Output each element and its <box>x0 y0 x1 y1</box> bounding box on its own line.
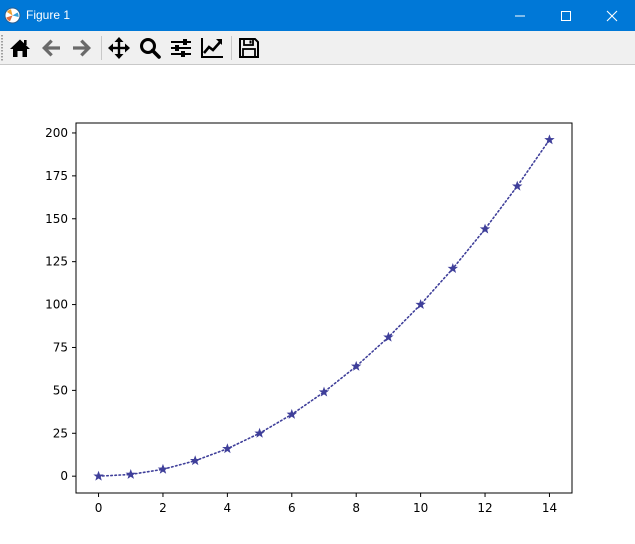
figure-canvas[interactable]: 0 2 4 6 8 10 12 14 0 25 50 75 100 125 150 175 200 <box>0 65 635 544</box>
y-tick-label: 100 <box>45 298 68 312</box>
configure-subplots-button[interactable] <box>168 35 194 61</box>
toolbar-grip[interactable] <box>1 35 3 61</box>
y-tick-label: 175 <box>45 169 68 183</box>
toolbar-separator <box>231 36 232 60</box>
minimize-button[interactable] <box>497 0 543 31</box>
y-tick-label: 0 <box>60 469 68 483</box>
forward-arrow-icon <box>73 39 91 57</box>
minimize-icon <box>515 15 525 17</box>
title-bar: Figure 1 <box>0 0 635 31</box>
zoom-icon <box>140 38 161 59</box>
toolbar-separator <box>101 36 102 60</box>
close-icon <box>606 10 618 22</box>
edit-axis-button[interactable] <box>199 35 225 61</box>
save-icon <box>239 38 259 58</box>
forward-button[interactable] <box>69 35 95 61</box>
configure-subplots-icon <box>171 39 191 57</box>
maximize-icon <box>561 11 571 21</box>
back-button[interactable] <box>38 35 64 61</box>
y-tick-label: 125 <box>45 255 68 269</box>
navigation-toolbar <box>0 31 635 65</box>
y-tick-label: 25 <box>53 426 68 440</box>
pan-icon <box>108 37 130 59</box>
close-button[interactable] <box>589 0 635 31</box>
y-tick-label: 50 <box>53 383 68 397</box>
x-tick-label: 14 <box>542 501 557 515</box>
save-button[interactable] <box>236 35 262 61</box>
home-button[interactable] <box>7 35 33 61</box>
matplotlib-logo-icon <box>4 7 21 24</box>
axes-frame <box>75 122 573 494</box>
x-tick-label: 6 <box>288 501 296 515</box>
y-tick-label: 75 <box>53 340 68 354</box>
x-tick-label: 10 <box>413 501 428 515</box>
zoom-button[interactable] <box>137 35 163 61</box>
window-title: Figure 1 <box>26 8 71 22</box>
home-icon <box>10 39 30 57</box>
x-tick-label: 8 <box>352 501 360 515</box>
back-arrow-icon <box>42 39 60 57</box>
y-tick-label: 200 <box>45 126 68 140</box>
x-tick-label: 2 <box>159 501 167 515</box>
maximize-button[interactable] <box>543 0 589 31</box>
x-tick-label: 12 <box>477 501 492 515</box>
pan-button[interactable] <box>106 35 132 61</box>
x-tick-label: 4 <box>224 501 232 515</box>
x-tick-label: 0 <box>95 501 103 515</box>
line-chart: 0 2 4 6 8 10 12 14 0 25 50 75 100 125 150 175 200 <box>45 122 573 515</box>
edit-axis-icon <box>201 38 223 58</box>
y-tick-label: 150 <box>45 212 68 226</box>
